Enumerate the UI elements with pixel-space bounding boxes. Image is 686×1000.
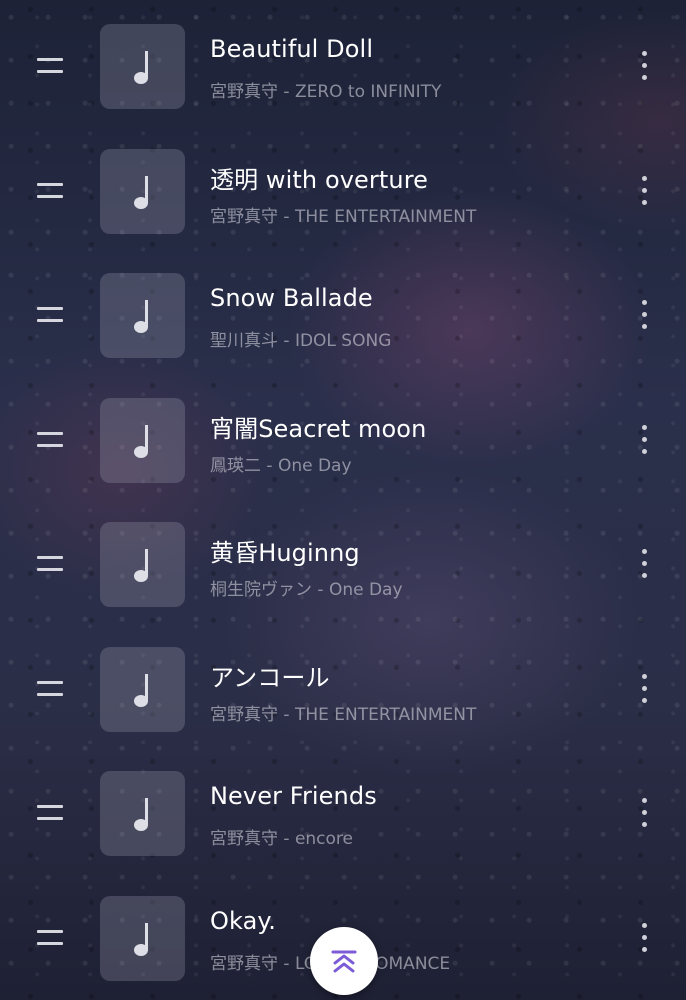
album-art-thumbnail [100,398,185,483]
music-note-icon [133,548,148,582]
drag-handle-icon[interactable] [37,307,63,323]
music-note-icon [133,175,148,209]
song-row[interactable]: 宵闇Seacret moon 鳳瑛二 - One Day [0,377,686,501]
drag-handle-icon[interactable] [37,681,63,697]
song-artist-album: 宮野真守 - ZERO to INFINITY [210,82,442,102]
music-note-icon [133,424,148,458]
song-title: Okay. [210,907,276,935]
song-title: Beautiful Doll [210,35,374,63]
song-row[interactable]: 黄昏Huginng 桐生院ヴァン - One Day [0,501,686,625]
song-title: 宵闇Seacret moon [210,415,427,443]
music-note-icon [133,50,148,84]
more-options-icon[interactable] [634,923,656,955]
drag-handle-icon[interactable] [37,930,63,946]
drag-handle-icon[interactable] [37,805,63,821]
song-list[interactable]: Beautiful Doll 宮野真守 - ZERO to INFINITY 透… [0,0,686,1000]
more-options-icon[interactable] [634,798,656,830]
song-artist-album: 桐生院ヴァン - One Day [210,580,403,600]
album-art-thumbnail [100,647,185,732]
album-art-thumbnail [100,522,185,607]
song-artist-album: 宮野真守 - THE ENTERTAINMENT [210,207,477,227]
double-chevron-up-icon [331,950,357,973]
music-note-icon [133,673,148,707]
music-note-icon [133,922,148,956]
song-artist-album: 宮野真守 - THE ENTERTAINMENT [210,705,477,725]
more-options-icon[interactable] [634,51,656,83]
music-note-icon [133,797,148,831]
song-title: 黄昏Huginng [210,539,360,567]
drag-handle-icon[interactable] [37,556,63,572]
more-options-icon[interactable] [634,425,656,457]
drag-handle-icon[interactable] [37,58,63,74]
more-options-icon[interactable] [634,300,656,332]
more-options-icon[interactable] [634,176,656,208]
song-row[interactable]: Snow Ballade 聖川真斗 - IDOL SONG [0,252,686,376]
drag-handle-icon[interactable] [37,183,63,199]
song-artist-album: 鳳瑛二 - One Day [210,456,352,476]
song-title: 透明 with overture [210,166,429,194]
scroll-to-top-button[interactable] [310,927,378,995]
more-options-icon[interactable] [634,674,656,706]
song-artist-album: 聖川真斗 - IDOL SONG [210,331,392,351]
more-options-icon[interactable] [634,549,656,581]
album-art-thumbnail [100,896,185,981]
song-title: Snow Ballade [210,284,373,312]
music-note-icon [133,299,148,333]
song-row[interactable]: 透明 with overture 宮野真守 - THE ENTERTAINMEN… [0,128,686,252]
album-art-thumbnail [100,273,185,358]
album-art-thumbnail [100,24,185,109]
song-title: Never Friends [210,782,377,810]
song-row[interactable]: アンコール 宮野真守 - THE ENTERTAINMENT [0,626,686,750]
song-title: アンコール [210,664,330,692]
drag-handle-icon[interactable] [37,432,63,448]
album-art-thumbnail [100,771,185,856]
album-art-thumbnail [100,149,185,234]
song-row[interactable]: Beautiful Doll 宮野真守 - ZERO to INFINITY [0,3,686,127]
song-row[interactable]: Never Friends 宮野真守 - encore [0,750,686,874]
song-artist-album: 宮野真守 - encore [210,829,353,849]
